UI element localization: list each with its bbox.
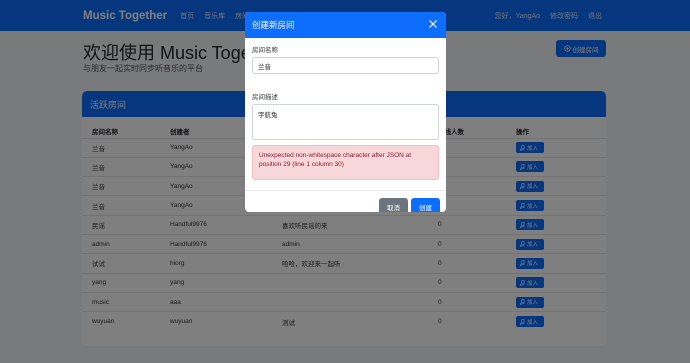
room-description-textarea[interactable]: 宇航兔 [252, 104, 439, 140]
modal-title: 创建新房间 [252, 20, 295, 30]
room-description-label: 房间描述 [252, 94, 278, 101]
room-name-input[interactable]: 兰音 [252, 57, 439, 74]
error-alert: Unexpected non-whitespace character afte… [252, 145, 439, 180]
close-icon[interactable] [427, 18, 439, 30]
create-button[interactable]: 创建 [411, 198, 440, 212]
modal-header: 创建新房间 [245, 12, 446, 38]
cancel-button[interactable]: 取消 [379, 198, 408, 212]
room-name-label: 房间名称 [252, 47, 278, 54]
modal-footer-divider [245, 190, 446, 191]
create-room-modal: 创建新房间 房间名称 兰音 房间描述 宇航兔 Unexpected non-wh… [245, 12, 446, 212]
